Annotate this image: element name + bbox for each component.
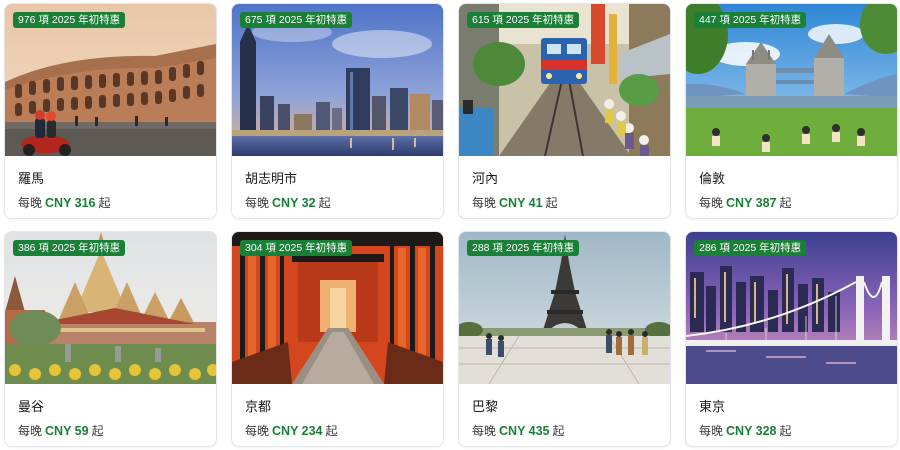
deal-count-badge: 976 項 2025 年初特惠 (13, 12, 126, 28)
city-name: 胡志明市 (245, 171, 298, 186)
deal-count-badge: 615 項 2025 年初特惠 (467, 12, 580, 28)
price-suffix: 起 (91, 424, 104, 438)
price-suffix: 起 (545, 196, 558, 210)
city-name: 倫敦 (699, 171, 726, 186)
city-name: 河內 (472, 171, 499, 186)
price-suffix: 起 (552, 424, 565, 438)
temple-photo: 386 項 2025 年初特惠 (5, 232, 216, 384)
per-night-label: 每晚 (699, 424, 724, 438)
train-street-photo: 615 項 2025 年初特惠 (459, 4, 670, 156)
deal-count-badge: 304 項 2025 年初特惠 (240, 240, 353, 256)
price-value: CNY 41 (499, 196, 543, 210)
price-suffix: 起 (779, 424, 792, 438)
per-night-label: 每晚 (18, 424, 43, 438)
city-name: 曼谷 (18, 399, 45, 414)
per-night-label: 每晚 (245, 196, 270, 210)
destination-card-rome[interactable]: 976 項 2025 年初特惠 羅馬 每晚 CNY 316 起 (4, 3, 217, 219)
per-night-label: 每晚 (245, 424, 270, 438)
deal-count-badge: 675 項 2025 年初特惠 (240, 12, 353, 28)
price-suffix: 起 (318, 196, 331, 210)
price-value: CNY 32 (272, 196, 316, 210)
destination-card-bangkok[interactable]: 386 項 2025 年初特惠 曼谷 每晚 CNY 59 起 (4, 231, 217, 447)
deal-count-badge: 447 項 2025 年初特惠 (694, 12, 807, 28)
per-night-label: 每晚 (699, 196, 724, 210)
destination-card-ho-chi-minh[interactable]: 675 項 2025 年初特惠 胡志明市 每晚 CNY 32 起 (231, 3, 444, 219)
destination-card-hanoi[interactable]: 615 項 2025 年初特惠 河內 每晚 CNY 41 起 (458, 3, 671, 219)
per-night-label: 每晚 (472, 196, 497, 210)
price-row: 每晚 CNY 59 起 (18, 422, 204, 440)
price-value: CNY 435 (499, 424, 550, 438)
price-row: 每晚 CNY 435 起 (472, 422, 658, 440)
torii-gates-photo: 304 項 2025 年初特惠 (232, 232, 443, 384)
eiffel-tower-photo: 288 項 2025 年初特惠 (459, 232, 670, 384)
price-value: CNY 387 (726, 196, 777, 210)
price-row: 每晚 CNY 234 起 (245, 422, 431, 440)
deal-count-badge: 288 項 2025 年初特惠 (467, 240, 580, 256)
price-value: CNY 59 (45, 424, 89, 438)
price-suffix: 起 (779, 196, 792, 210)
city-name: 羅馬 (18, 171, 45, 186)
deal-count-badge: 286 項 2025 年初特惠 (694, 240, 807, 256)
deal-count-badge: 386 項 2025 年初特惠 (13, 240, 126, 256)
price-row: 每晚 CNY 316 起 (18, 194, 204, 212)
price-suffix: 起 (98, 196, 111, 210)
destination-grid: 976 項 2025 年初特惠 羅馬 每晚 CNY 316 起 675 項 20… (0, 0, 900, 450)
destination-card-paris[interactable]: 288 項 2025 年初特惠 巴黎 每晚 CNY 435 起 (458, 231, 671, 447)
city-name: 巴黎 (472, 399, 499, 414)
price-row: 每晚 CNY 328 起 (699, 422, 885, 440)
price-row: 每晚 CNY 32 起 (245, 194, 431, 212)
destination-card-london[interactable]: 447 項 2025 年初特惠 倫敦 每晚 CNY 387 起 (685, 3, 898, 219)
rainbow-bridge-photo: 286 項 2025 年初特惠 (686, 232, 897, 384)
colosseum-photo: 976 項 2025 年初特惠 (5, 4, 216, 156)
price-value: CNY 316 (45, 196, 96, 210)
destination-card-kyoto[interactable]: 304 項 2025 年初特惠 京都 每晚 CNY 234 起 (231, 231, 444, 447)
price-suffix: 起 (325, 424, 338, 438)
price-row: 每晚 CNY 387 起 (699, 194, 885, 212)
tower-bridge-photo: 447 項 2025 年初特惠 (686, 4, 897, 156)
city-name: 京都 (245, 399, 272, 414)
price-value: CNY 328 (726, 424, 777, 438)
price-value: CNY 234 (272, 424, 323, 438)
per-night-label: 每晚 (18, 196, 43, 210)
destination-card-tokyo[interactable]: 286 項 2025 年初特惠 東京 每晚 CNY 328 起 (685, 231, 898, 447)
per-night-label: 每晚 (472, 424, 497, 438)
price-row: 每晚 CNY 41 起 (472, 194, 658, 212)
saigon-skyline-photo: 675 項 2025 年初特惠 (232, 4, 443, 156)
city-name: 東京 (699, 399, 726, 414)
